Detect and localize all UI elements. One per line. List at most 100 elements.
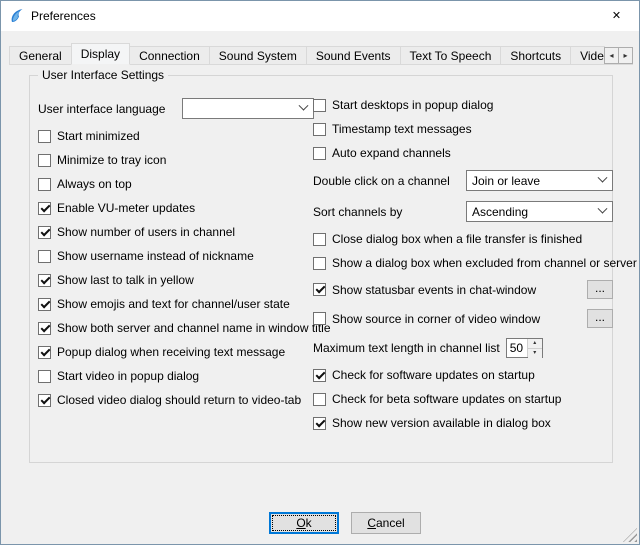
spin-down-button[interactable]: ▾	[528, 349, 542, 358]
checkbox-label: Show number of users in channel	[57, 225, 235, 239]
checkbox-box-icon	[313, 417, 326, 430]
ok-button[interactable]: Ok	[269, 512, 339, 534]
cancel-button[interactable]: Cancel	[351, 512, 421, 534]
statusbar-events-more-button[interactable]: ...	[587, 280, 613, 299]
checkbox-box-icon	[38, 250, 51, 263]
checkbox-label: Show username instead of nickname	[57, 249, 254, 263]
checkbox-minimize-to-tray[interactable]: Minimize to tray icon	[38, 153, 314, 167]
checkbox-label: Auto expand channels	[332, 146, 451, 160]
checkbox-box-icon	[313, 393, 326, 406]
checkbox-show-emojis[interactable]: Show emojis and text for channel/user st…	[38, 297, 314, 311]
video-source-more-button[interactable]: ...	[587, 309, 613, 328]
checkbox-label: Show emojis and text for channel/user st…	[57, 297, 290, 311]
statusbar-events-row: Show statusbar events in chat-window ...	[313, 280, 613, 299]
checkbox-label: Closed video dialog should return to vid…	[57, 393, 301, 407]
chevron-down-icon	[598, 173, 608, 183]
left-column: User interface language Start minimized …	[38, 98, 314, 407]
sort-channels-select[interactable]: Ascending	[466, 201, 613, 222]
right-column: Start desktops in popup dialog Timestamp…	[313, 98, 613, 430]
checkbox-label: Show last to talk in yellow	[57, 273, 194, 287]
double-click-row: Double click on a channel Join or leave	[313, 170, 613, 191]
checkbox-box-icon	[313, 147, 326, 160]
checkbox-show-user-count[interactable]: Show number of users in channel	[38, 225, 314, 239]
checkbox-vu-meter-updates[interactable]: Enable VU-meter updates	[38, 201, 314, 215]
checkbox-new-version-dialog[interactable]: Show new version available in dialog box	[313, 416, 613, 430]
checkbox-box-icon	[313, 312, 326, 325]
checkbox-label: Show new version available in dialog box	[332, 416, 551, 430]
tab-scroll-control: ◂ ▸	[605, 47, 633, 64]
checkbox-show-username[interactable]: Show username instead of nickname	[38, 249, 314, 263]
checkbox-box-icon	[313, 283, 326, 296]
checkbox-statusbar-events[interactable]: Show statusbar events in chat-window	[313, 283, 536, 297]
checkbox-server-channel-in-title[interactable]: Show both server and channel name in win…	[38, 321, 314, 335]
checkbox-label: Check for beta software updates on start…	[332, 392, 561, 406]
checkbox-auto-expand-channels[interactable]: Auto expand channels	[313, 146, 613, 160]
tab-general[interactable]: General	[9, 46, 72, 65]
checkbox-check-beta-updates[interactable]: Check for beta software updates on start…	[313, 392, 613, 406]
spinner-buttons: ▴ ▾	[527, 339, 542, 357]
checkbox-box-icon	[38, 394, 51, 407]
tab-sound-system[interactable]: Sound System	[209, 46, 307, 65]
checkbox-label: Minimize to tray icon	[57, 153, 166, 167]
checkbox-label: Start video in popup dialog	[57, 369, 199, 383]
tab-connection[interactable]: Connection	[129, 46, 210, 65]
video-source-row: Show source in corner of video window ..…	[313, 309, 613, 328]
checkbox-label: Check for software updates on startup	[332, 368, 535, 382]
checkbox-desktops-popup[interactable]: Start desktops in popup dialog	[313, 98, 613, 112]
checkbox-video-source-corner[interactable]: Show source in corner of video window	[313, 312, 540, 326]
checkbox-label: Show both server and channel name in win…	[57, 321, 331, 335]
checkbox-label: Show a dialog box when excluded from cha…	[332, 256, 637, 270]
checkbox-last-to-talk-yellow[interactable]: Show last to talk in yellow	[38, 273, 314, 287]
checkbox-box-icon	[38, 322, 51, 335]
ok-button-label: Ok	[296, 516, 311, 530]
app-icon	[9, 8, 25, 24]
checkbox-label: Start desktops in popup dialog	[332, 98, 493, 112]
double-click-select-value: Join or leave	[472, 174, 540, 188]
checkbox-closed-video-return[interactable]: Closed video dialog should return to vid…	[38, 393, 314, 407]
spin-up-button[interactable]: ▴	[528, 339, 542, 349]
title-bar: Preferences ✕	[1, 1, 639, 31]
language-label: User interface language	[38, 102, 165, 116]
preferences-window: Preferences ✕ General Display Connection…	[0, 0, 640, 545]
max-text-length-value: 50	[507, 339, 527, 357]
language-select[interactable]	[182, 98, 314, 119]
checkbox-box-icon	[38, 154, 51, 167]
sort-channels-select-value: Ascending	[472, 205, 528, 219]
tab-shortcuts[interactable]: Shortcuts	[500, 46, 571, 65]
tab-text-to-speech[interactable]: Text To Speech	[400, 46, 502, 65]
chevron-down-icon	[598, 204, 608, 214]
checkbox-label: Timestamp text messages	[332, 122, 472, 136]
tab-scroll-right-button[interactable]: ▸	[618, 47, 633, 64]
max-text-length-spinner[interactable]: 50 ▴ ▾	[506, 338, 543, 358]
checkbox-always-on-top[interactable]: Always on top	[38, 177, 314, 191]
tab-video[interactable]: Video	[570, 46, 605, 65]
tab-sound-events[interactable]: Sound Events	[306, 46, 401, 65]
close-button[interactable]: ✕	[594, 1, 639, 30]
window-title: Preferences	[31, 9, 96, 23]
checkbox-dialog-when-excluded[interactable]: Show a dialog box when excluded from cha…	[313, 256, 613, 270]
checkbox-box-icon	[313, 99, 326, 112]
checkbox-timestamp-messages[interactable]: Timestamp text messages	[313, 122, 613, 136]
checkbox-label: Popup dialog when receiving text message	[57, 345, 285, 359]
tab-display[interactable]: Display	[71, 43, 130, 65]
group-title: User Interface Settings	[38, 68, 168, 82]
checkbox-box-icon	[38, 274, 51, 287]
checkbox-label: Always on top	[57, 177, 132, 191]
checkbox-box-icon	[313, 233, 326, 246]
checkbox-start-minimized[interactable]: Start minimized	[38, 129, 314, 143]
sort-channels-row: Sort channels by Ascending	[313, 201, 613, 222]
checkbox-box-icon	[313, 369, 326, 382]
double-click-select[interactable]: Join or leave	[466, 170, 613, 191]
tab-scroll-left-button[interactable]: ◂	[604, 47, 619, 64]
checkbox-check-updates[interactable]: Check for software updates on startup	[313, 368, 613, 382]
checkbox-start-video-popup[interactable]: Start video in popup dialog	[38, 369, 314, 383]
checkbox-box-icon	[38, 202, 51, 215]
tab-strip: General Display Connection Sound System …	[9, 43, 605, 65]
chevron-down-icon	[299, 101, 309, 111]
resize-grip[interactable]	[623, 528, 637, 542]
checkbox-popup-text-message[interactable]: Popup dialog when receiving text message	[38, 345, 314, 359]
checkbox-box-icon	[38, 178, 51, 191]
checkbox-box-icon	[38, 370, 51, 383]
checkbox-close-on-transfer-finished[interactable]: Close dialog box when a file transfer is…	[313, 232, 613, 246]
checkbox-box-icon	[38, 298, 51, 311]
